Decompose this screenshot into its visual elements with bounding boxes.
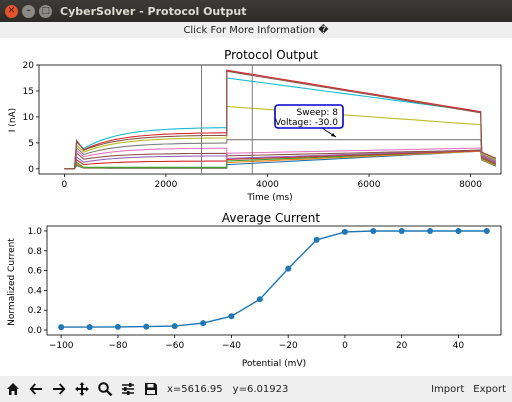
top-xtick-label: 6000 — [358, 180, 381, 190]
top-xtick-label: 8000 — [459, 180, 482, 190]
average-current-point — [171, 323, 178, 330]
average-current-point — [285, 265, 292, 272]
top-ytick-label: 10 — [23, 113, 35, 123]
bottom-ytick-label: 0.6 — [28, 267, 43, 277]
average-current-point — [256, 296, 263, 303]
average-current-ylabel: Normalized Current — [7, 238, 17, 326]
average-current-point — [427, 228, 434, 234]
average-current-title: Average Current — [222, 211, 320, 225]
average-current-point — [228, 313, 235, 320]
import-button[interactable]: Import — [431, 384, 464, 395]
bottom-xtick-label: 0 — [342, 341, 348, 351]
average-current-point — [341, 228, 348, 235]
window-controls: ✕ – □ — [5, 4, 52, 18]
x-coordinate-readout: x=5616.95 — [167, 383, 223, 395]
protocol-output-plot[interactable]: Protocol Output 0 2000 4000 6000 8000 0 5 10 15… — [8, 48, 502, 203]
window-titlebar: ✕ – □ CyberSolver - Protocol Output — [0, 0, 512, 22]
more-information-button[interactable]: Click For More Information � — [0, 22, 512, 38]
home-icon[interactable] — [3, 378, 23, 400]
top-ytick-label: 5 — [28, 139, 34, 149]
top-xtick-label: 0 — [62, 180, 68, 190]
top-ytick-label: 0 — [28, 165, 34, 175]
configure-subplots-icon[interactable] — [118, 378, 138, 400]
close-icon[interactable]: ✕ — [5, 4, 18, 18]
top-xtick-label: 2000 — [154, 180, 177, 190]
bottom-ytick-label: 1.0 — [28, 227, 43, 237]
bottom-xtick-label: −80 — [108, 341, 127, 351]
forward-arrow-icon[interactable] — [49, 378, 69, 400]
bottom-xtick-label: −20 — [279, 341, 298, 351]
figure-svg[interactable]: Protocol Output 0 2000 4000 6000 8000 0 5 10 15… — [0, 38, 512, 376]
maximize-icon[interactable]: □ — [39, 4, 52, 18]
average-current-plot[interactable]: Average Current −100 −80 −60 −40 −20 0 20 40 0.… — [7, 211, 502, 369]
average-current-axes[interactable] — [46, 225, 502, 336]
average-current-point — [455, 228, 462, 234]
minimize-icon[interactable]: – — [22, 4, 35, 18]
zoom-icon[interactable] — [95, 378, 115, 400]
average-current-point — [483, 228, 490, 234]
average-current-point — [398, 228, 405, 234]
annotation-voltage-text: Voltage: -30.0 — [275, 118, 338, 128]
navigation-toolbar: x=5616.95 y=6.01923 Import Export — [0, 376, 512, 402]
more-information-label: Click For More Information � — [183, 24, 329, 36]
protocol-output-title: Protocol Output — [224, 48, 318, 62]
average-current-point — [114, 323, 121, 330]
annotation-sweep-text: Sweep: 8 — [297, 108, 339, 118]
average-current-point — [370, 228, 377, 234]
save-icon[interactable] — [141, 378, 161, 400]
top-ytick-label: 15 — [23, 87, 34, 97]
bottom-xtick-label: −40 — [222, 341, 241, 351]
average-current-point — [143, 323, 150, 330]
bottom-xtick-label: 40 — [453, 341, 465, 351]
top-xtick-label: 4000 — [256, 180, 279, 190]
average-current-xlabel: Potential (mV) — [242, 359, 306, 369]
pan-icon[interactable] — [72, 378, 92, 400]
average-current-point — [313, 236, 320, 243]
protocol-output-ylabel: I (nA) — [8, 108, 18, 132]
top-ytick-label: 20 — [23, 61, 35, 71]
bottom-xtick-label: −60 — [165, 341, 184, 351]
bottom-xtick-label: −100 — [49, 341, 74, 351]
bottom-xtick-label: 20 — [396, 341, 408, 351]
protocol-output-xlabel: Time (ms) — [246, 193, 292, 203]
y-coordinate-readout: y=6.01923 — [232, 383, 289, 395]
average-current-point — [58, 324, 65, 331]
bottom-ytick-label: 0.8 — [28, 247, 43, 257]
window-title: CyberSolver - Protocol Output — [60, 4, 247, 18]
back-arrow-icon[interactable] — [26, 378, 46, 400]
bottom-ytick-label: 0.2 — [28, 306, 42, 316]
average-current-point — [200, 320, 207, 327]
bottom-ytick-label: 0.0 — [28, 326, 43, 336]
cursor-coordinates: x=5616.95 y=6.01923 — [167, 384, 298, 395]
export-button[interactable]: Export — [473, 384, 506, 395]
average-current-point — [86, 324, 93, 331]
bottom-ytick-label: 0.4 — [28, 286, 43, 296]
figure-canvas[interactable]: Protocol Output 0 2000 4000 6000 8000 0 5 10 15… — [0, 38, 512, 376]
